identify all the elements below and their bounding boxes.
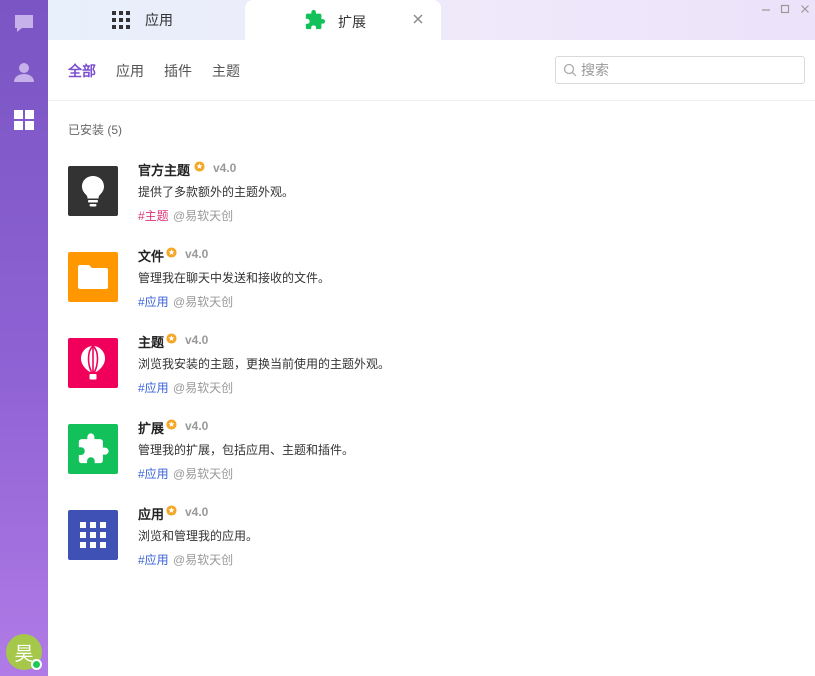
extension-author: @易软天创: [173, 381, 234, 395]
extension-version: v4.0: [213, 161, 237, 175]
extension-icon: [68, 338, 118, 388]
extension-author: @易软天创: [173, 553, 234, 567]
verified-badge-icon: [166, 419, 177, 430]
extension-tag[interactable]: #主题: [138, 207, 169, 224]
extension-description: 浏览我安装的主题，更换当前使用的主题外观。: [138, 357, 391, 371]
extension-tag[interactable]: #应用: [138, 379, 169, 396]
online-status-dot: [31, 659, 42, 670]
tab-extensions[interactable]: 扩展: [245, 0, 441, 40]
filter-all[interactable]: 全部: [68, 61, 96, 81]
verified-badge-icon: [166, 333, 177, 344]
extension-name: 应用: [138, 507, 165, 522]
extension-tag[interactable]: #应用: [138, 465, 169, 482]
extension-item-extensions[interactable]: 扩展 v4.0 管理我的扩展，包括应用、主题和插件。 #应用 @易软天创: [68, 419, 568, 494]
chat-icon[interactable]: [12, 12, 36, 36]
extension-name: 官方主题: [138, 163, 191, 178]
extension-tag[interactable]: #应用: [138, 551, 169, 568]
extension-version: v4.0: [185, 505, 209, 519]
verified-badge-icon: [166, 247, 177, 258]
tab-apps[interactable]: 应用: [112, 0, 173, 40]
extension-name: 扩展: [138, 421, 165, 436]
sidebar: 昊: [0, 0, 48, 676]
avatar[interactable]: 昊: [6, 634, 42, 670]
balloon-icon: [81, 345, 105, 380]
verified-badge-icon: [194, 161, 205, 172]
search-icon: [563, 63, 577, 77]
installed-section-title: 已安装 (5): [68, 123, 123, 137]
extension-icon: [68, 510, 118, 560]
filter-apps[interactable]: 应用: [116, 61, 144, 81]
extension-author: @易软天创: [173, 467, 234, 481]
close-icon[interactable]: [411, 12, 425, 26]
verified-badge-icon: [166, 505, 177, 516]
extension-version: v4.0: [185, 419, 209, 433]
apps-grid-icon[interactable]: [12, 108, 36, 132]
search-input[interactable]: [581, 60, 796, 80]
extension-item-themes[interactable]: 主题 v4.0 浏览我安装的主题，更换当前使用的主题外观。 #应用 @易软天创: [68, 333, 568, 408]
toolbar: 全部 应用 插件 主题: [48, 40, 815, 101]
extension-item-official-themes[interactable]: 官方主题 v4.0 提供了多款额外的主题外观。 #主题 @易软天创: [68, 161, 568, 236]
folder-icon: [78, 265, 108, 289]
extension-name: 文件: [138, 249, 165, 264]
extension-icon: [68, 166, 118, 216]
extension-description: 浏览和管理我的应用。: [138, 529, 259, 543]
extension-icon: [68, 252, 118, 302]
apps-grid-icon: [112, 11, 130, 29]
filter-plugins[interactable]: 插件: [164, 61, 192, 81]
extension-version: v4.0: [185, 247, 209, 261]
maximize-icon[interactable]: [779, 3, 791, 15]
extension-item-apps[interactable]: 应用 v4.0 浏览和管理我的应用。 #应用 @易软天创: [68, 505, 568, 580]
contacts-icon[interactable]: [12, 60, 36, 84]
puzzle-icon: [305, 9, 326, 30]
tab-bar: 应用 扩展: [48, 0, 815, 40]
extension-description: 管理我的扩展，包括应用、主题和插件。: [138, 443, 355, 457]
extension-icon: [68, 424, 118, 474]
apps-grid-icon: [80, 522, 106, 548]
puzzle-icon: [78, 433, 109, 464]
extension-author: @易软天创: [173, 295, 234, 309]
extension-description: 提供了多款额外的主题外观。: [138, 185, 295, 199]
search-box[interactable]: [555, 56, 805, 84]
extension-item-files[interactable]: 文件 v4.0 管理我在聊天中发送和接收的文件。 #应用 @易软天创: [68, 247, 568, 322]
extension-description: 管理我在聊天中发送和接收的文件。: [138, 271, 331, 285]
minimize-icon[interactable]: [760, 3, 772, 15]
extension-name: 主题: [138, 335, 165, 350]
extension-tag[interactable]: #应用: [138, 293, 169, 310]
extension-author: @易软天创: [173, 209, 234, 223]
tab-label: 扩展: [338, 14, 366, 30]
extension-version: v4.0: [185, 333, 209, 347]
window-close-icon[interactable]: [799, 3, 811, 15]
tab-label: 应用: [145, 12, 173, 28]
filter-themes[interactable]: 主题: [212, 61, 240, 81]
lightbulb-icon: [82, 176, 104, 207]
